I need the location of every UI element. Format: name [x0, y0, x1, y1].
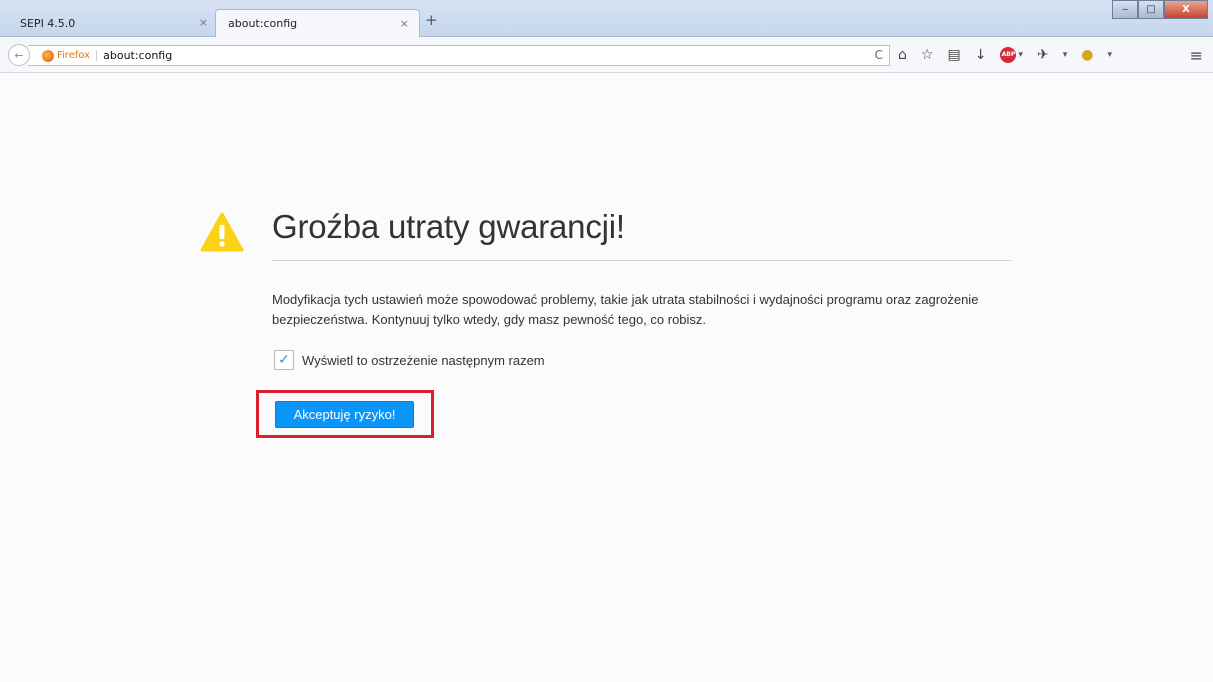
page-title: Groźba utraty gwarancji! — [272, 208, 625, 245]
extension-icon[interactable]: ✈ — [1037, 47, 1049, 63]
maximize-icon[interactable]: □ — [1138, 0, 1164, 19]
checkbox-label: Wyświetl to ostrzeżenie następnym razem — [302, 352, 545, 368]
bookmark-star-icon[interactable]: ☆ — [921, 47, 934, 63]
user-icon[interactable]: ● — [1081, 47, 1093, 63]
navigation-bar: Firefox about:config C ← ⌂ ☆ ▤ ↓ ABP ▾ ✈… — [0, 37, 1213, 73]
tab-label: SEPI 4.5.0 — [20, 16, 76, 30]
warning-description: Modyfikacja tych ustawień może spowodowa… — [272, 292, 979, 327]
tab-label: about:config — [228, 17, 298, 30]
toolbar-icons: ⌂ ☆ ▤ ↓ ABP ▾ ✈ ▾ ● ▾ — [898, 47, 1126, 63]
minimize-icon[interactable]: ‒ — [1112, 0, 1138, 19]
back-arrow-icon: ← — [14, 48, 24, 62]
tab-close-icon[interactable]: × — [199, 16, 208, 29]
reload-icon[interactable]: C — [875, 48, 883, 62]
divider — [272, 260, 1012, 261]
window-controls: ‒ □ X — [1112, 0, 1208, 19]
url-input[interactable]: about:config — [103, 49, 172, 62]
home-icon[interactable]: ⌂ — [898, 47, 907, 63]
tab-close-icon[interactable]: × — [400, 17, 409, 30]
checkmark-icon: ✓ — [278, 352, 290, 368]
download-icon[interactable]: ↓ — [975, 47, 987, 63]
new-tab-icon[interactable]: + — [425, 11, 438, 29]
show-warning-checkbox-row[interactable]: ✓ Wyświetl to ostrzeżenie następnym raze… — [274, 350, 545, 370]
menu-icon[interactable]: ≡ — [1190, 46, 1203, 65]
back-button[interactable]: ← — [8, 44, 30, 66]
show-warning-checkbox[interactable]: ✓ — [274, 350, 294, 370]
chevron-down-icon[interactable]: ▾ — [1107, 47, 1112, 63]
reading-list-icon[interactable]: ▤ — [947, 47, 960, 63]
warning-icon — [200, 212, 244, 252]
chevron-down-icon[interactable]: ▾ — [1018, 47, 1023, 63]
accept-risk-button[interactable]: Akceptuję ryzyko! — [275, 401, 414, 428]
identity-label[interactable]: Firefox — [57, 50, 98, 61]
chevron-down-icon[interactable]: ▾ — [1063, 47, 1068, 63]
url-bar[interactable]: Firefox about:config C — [28, 45, 890, 66]
tab-about-config[interactable]: about:config × — [215, 9, 420, 37]
close-window-icon[interactable]: X — [1164, 0, 1208, 19]
firefox-icon — [42, 49, 54, 62]
tab-sepi[interactable]: SEPI 4.5.0 × — [8, 9, 218, 37]
adblock-icon[interactable]: ABP — [1000, 47, 1017, 63]
tab-strip: SEPI 4.5.0 × about:config × + ‒ □ X — [0, 0, 1213, 37]
